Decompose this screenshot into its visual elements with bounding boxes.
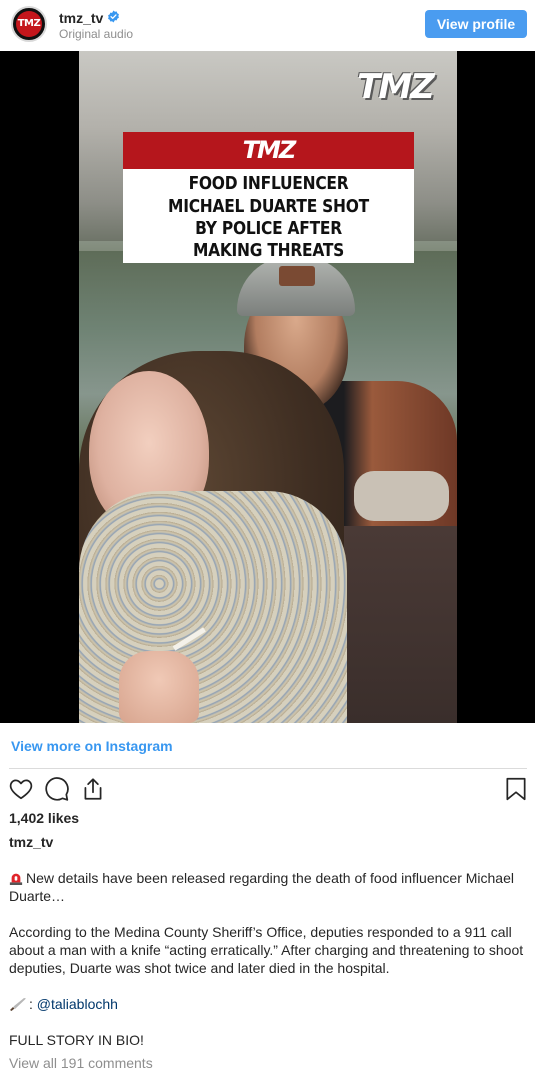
original-audio-label[interactable]: Original audio	[59, 27, 133, 41]
video-frame[interactable]: TMZ TMZ FOOD INFLUENCER MICHAEL DUARTE S…	[79, 51, 457, 723]
caption-text: FULL STORY IN BIO!	[9, 1032, 144, 1048]
avatar-logo: TMZ	[16, 11, 42, 37]
verified-badge-icon	[108, 10, 119, 23]
caption-text: According to the Medina County Sheriff’s…	[9, 924, 524, 976]
share-icon	[84, 778, 102, 800]
heart-icon	[9, 779, 33, 800]
view-more-link[interactable]: View more on Instagram	[11, 738, 173, 754]
tmz-watermark-logo: TMZ	[357, 67, 435, 107]
comment-button[interactable]	[44, 776, 70, 802]
headline-line: FOOD INFLUENCER	[188, 173, 349, 194]
woman-figure-hand	[119, 651, 199, 723]
share-button[interactable]	[80, 776, 106, 802]
headline-line: MAKING THREATS	[192, 240, 345, 261]
headline-card: TMZ FOOD INFLUENCER MICHAEL DUARTE SHOT …	[123, 132, 414, 263]
comment-icon	[45, 777, 69, 801]
avatar[interactable]: TMZ	[11, 6, 47, 42]
siren-icon	[9, 873, 23, 885]
credit-separator: :	[29, 996, 37, 1012]
caption-credit: : @taliablochh	[9, 995, 527, 1013]
mention-link[interactable]: @taliablochh	[37, 996, 118, 1012]
post-header: TMZ tmz_tv Original audio View profile	[0, 0, 535, 51]
username[interactable]: tmz_tv	[59, 10, 103, 26]
divider	[9, 768, 527, 769]
headline-line: MICHAEL DUARTE SHOT	[168, 196, 369, 217]
caption-username[interactable]: tmz_tv	[9, 834, 53, 850]
cap-patch	[279, 266, 315, 286]
view-profile-button[interactable]: View profile	[425, 10, 527, 38]
caption-text: New details have been released regarding…	[9, 870, 514, 904]
headline-line: BY POLICE AFTER	[195, 218, 342, 239]
man-figure-glove	[354, 471, 449, 521]
post-media[interactable]: TMZ TMZ FOOD INFLUENCER MICHAEL DUARTE S…	[0, 51, 535, 723]
like-button[interactable]	[8, 776, 34, 802]
knife-icon	[10, 998, 26, 1011]
view-comments-link[interactable]: View all 191 comments	[9, 1055, 153, 1071]
likes-count[interactable]: 1,402 likes	[9, 810, 79, 826]
headline-card-logo: TMZ	[242, 136, 297, 164]
caption-paragraph: New details have been released regarding…	[9, 869, 527, 905]
save-button[interactable]	[503, 776, 529, 802]
bookmark-icon	[506, 777, 526, 801]
